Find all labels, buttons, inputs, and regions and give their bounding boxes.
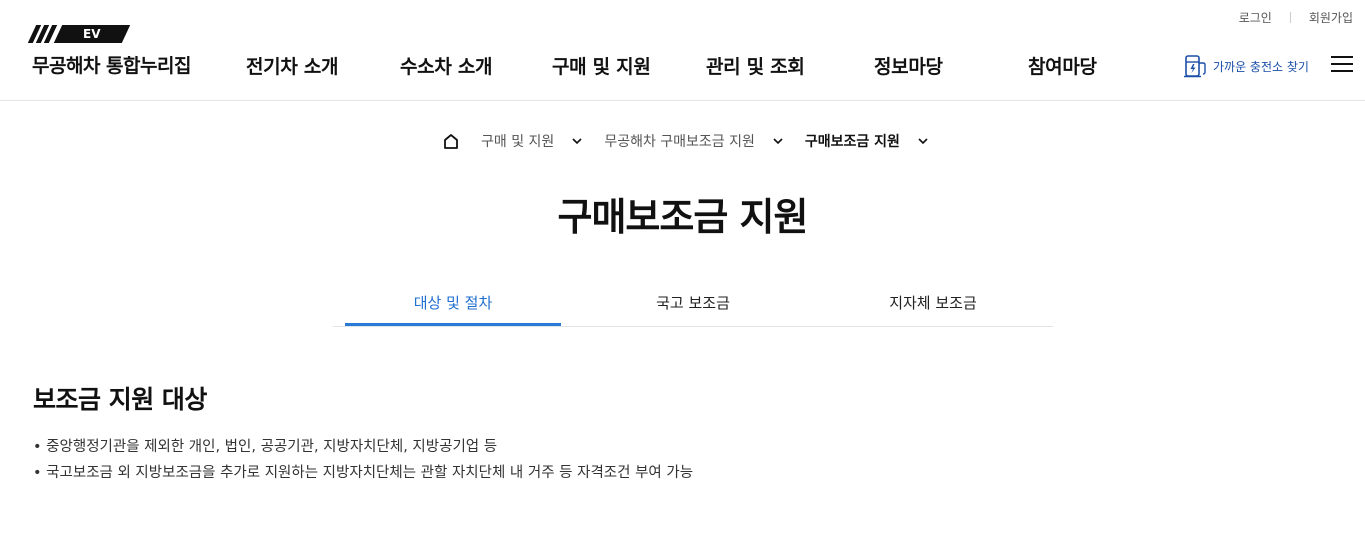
eligibility-list: 중앙행정기관을 제외한 개인, 법인, 공공기관, 지방자치단체, 지방공기업 … xyxy=(33,437,693,489)
section-title: 보조금 지원 대상 xyxy=(33,385,207,414)
list-item: 국고보조금 외 지방보조금을 추가로 지원하는 지방자치단체는 관할 자치단체 … xyxy=(33,463,693,489)
list-item: 중앙행정기관을 제외한 개인, 법인, 공공기관, 지방자치단체, 지방공기업 … xyxy=(33,437,693,463)
tab-national-subsidy[interactable]: 국고 보조금 xyxy=(585,278,801,326)
page-title: 구매보조금 지원 xyxy=(557,195,809,239)
header-divider xyxy=(0,100,1365,101)
nav-item-participation[interactable]: 참여마당 xyxy=(1028,52,1097,79)
breadcrumb-label: 구매보조금 지원 xyxy=(804,134,900,150)
tab-local-subsidy[interactable]: 지자체 보조금 xyxy=(825,278,1041,326)
menu-line xyxy=(1331,70,1353,72)
tab-target-procedure[interactable]: 대상 및 절차 xyxy=(345,278,561,326)
logo-badge: EV xyxy=(53,25,131,43)
nav-item-hydrogen-intro[interactable]: 수소차 소개 xyxy=(400,52,493,79)
breadcrumb-item-purchase-support[interactable]: 구매 및 지원 xyxy=(481,131,582,151)
nav-item-info[interactable]: 정보마당 xyxy=(874,52,943,79)
ev-logo-mark: EV xyxy=(27,24,191,44)
chevron-down-icon xyxy=(918,137,928,144)
breadcrumb-item-current[interactable]: 구매보조금 지원 xyxy=(805,131,928,151)
utility-links: 로그인 회원가입 xyxy=(1239,9,1353,26)
breadcrumb-label: 구매 및 지원 xyxy=(481,134,555,150)
chevron-down-icon xyxy=(773,137,783,144)
nav-item-ev-intro[interactable]: 전기차 소개 xyxy=(246,52,339,79)
charging-station-icon xyxy=(1184,55,1206,78)
hamburger-menu-icon[interactable] xyxy=(1331,56,1353,74)
active-tab-indicator xyxy=(345,323,561,326)
breadcrumb: 구매 및 지원 무공해차 구매보조금 지원 구매보조금 지원 xyxy=(443,131,950,151)
breadcrumb-item-subsidy[interactable]: 무공해차 구매보조금 지원 xyxy=(604,131,783,151)
login-link[interactable]: 로그인 xyxy=(1239,9,1272,26)
utility-divider xyxy=(1289,12,1291,23)
find-charger-button[interactable]: 가까운 충전소 찾기 xyxy=(1183,53,1309,79)
menu-line xyxy=(1331,63,1353,65)
nav-item-purchase-support[interactable]: 구매 및 지원 xyxy=(552,52,651,79)
breadcrumb-label: 무공해차 구매보조금 지원 xyxy=(604,134,755,150)
logo-badge-text: EV xyxy=(83,27,101,41)
signup-link[interactable]: 회원가입 xyxy=(1309,9,1353,26)
menu-line xyxy=(1331,56,1353,58)
chevron-down-icon xyxy=(572,137,582,144)
content-tabs: 대상 및 절차 국고 보조금 지자체 보조금 xyxy=(333,278,1053,327)
home-icon[interactable] xyxy=(443,133,459,149)
main-nav: 전기차 소개 수소차 소개 구매 및 지원 관리 및 조회 정보마당 참여마당 xyxy=(0,52,1365,80)
find-charger-label: 가까운 충전소 찾기 xyxy=(1213,59,1309,74)
nav-item-management[interactable]: 관리 및 조회 xyxy=(706,52,805,79)
